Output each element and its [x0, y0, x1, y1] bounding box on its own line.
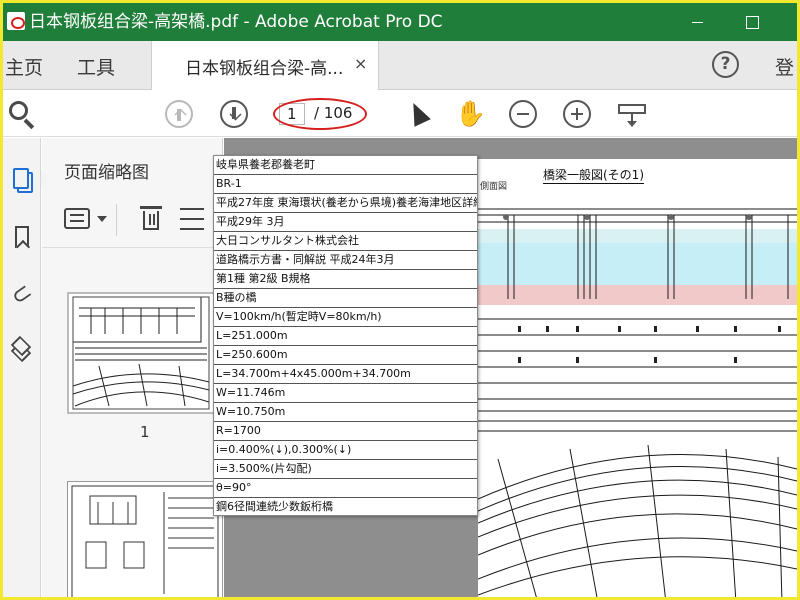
table-row: 第1種 第2級 B規格 [214, 270, 477, 289]
select-cursor-icon [405, 99, 431, 127]
drawing-title: 橋梁一般図(その1) [543, 168, 644, 184]
title-bar: 日本钢板组合梁-高架橋.pdf - Adobe Acrobat Pro DC [3, 3, 797, 41]
acrobat-icon [7, 12, 25, 30]
info-table: 岐阜県養老郡養老町 BR-1 平成27年度 東海環状(養老から県境)養老海津地区… [213, 155, 478, 516]
layers-icon[interactable] [9, 335, 35, 366]
paperclip-icon[interactable]: ⊂ [3, 275, 41, 314]
hand-tool-button[interactable]: ✋ [455, 99, 487, 128]
page-thumbnail[interactable] [67, 292, 215, 414]
toolbar: 1 / 106 ✋ [3, 91, 797, 137]
chevron-down-icon[interactable] [97, 216, 107, 222]
trash-icon [140, 206, 162, 209]
table-row: BR-1 [214, 175, 477, 194]
zoom-out-button[interactable] [509, 100, 537, 128]
drawing-corner-label: 側面図 [480, 182, 508, 192]
thumbnail-toolbar [42, 194, 223, 248]
table-row: 道路橋示方書・同解説 平成24年3月 [214, 251, 477, 270]
pages-icon[interactable] [9, 166, 35, 196]
tab-tools[interactable]: 工具 [77, 53, 115, 80]
highlight-ellipse [273, 98, 367, 130]
hand-icon: ✋ [455, 99, 487, 128]
tab-document[interactable]: 日本钢板组合梁-高... × [151, 41, 379, 90]
table-row: 平成27年度 東海環状(養老から県境)養老海津地区詳細設計 [214, 194, 477, 213]
table-row: W=10.750m [214, 403, 477, 422]
table-row: i=0.400%(↓),0.300%(↓) [214, 441, 477, 460]
table-row: i=3.500%(片勾配) [214, 460, 477, 479]
zoom-out-icon [517, 113, 529, 115]
help-button[interactable]: ? [712, 51, 739, 78]
panel-title: 页面缩略图 [64, 163, 149, 183]
select-tool-button[interactable] [403, 99, 431, 128]
table-row: W=11.746m [214, 384, 477, 403]
zoom-in-button[interactable] [563, 100, 591, 128]
table-row: B種の橋 [214, 289, 477, 308]
login-link[interactable]: 登 [775, 53, 794, 80]
table-row: θ=90° [214, 479, 477, 498]
delete-page-button[interactable] [140, 204, 162, 232]
table-row: R=1700 [214, 422, 477, 441]
bookmark-icon[interactable] [9, 224, 35, 254]
search-button[interactable] [8, 100, 36, 130]
minimize-button[interactable] [674, 3, 720, 41]
extract-page-button[interactable] [180, 206, 204, 232]
table-row: 平成29年 3月 [214, 213, 477, 232]
table-row: 岐阜県養老郡養老町 [214, 156, 477, 175]
table-row: V=100km/h(暫定時V=80km/h) [214, 308, 477, 327]
window-title: 日本钢板组合梁-高架橋.pdf - Adobe Acrobat Pro DC [29, 12, 443, 32]
previous-page-button[interactable] [165, 100, 193, 128]
page-thumbnail-label: 1 [140, 423, 150, 441]
page-thumbnails-panel: 页面缩略图 1 [41, 138, 223, 597]
arrow-down-icon [232, 107, 236, 119]
table-row: L=250.600m [214, 346, 477, 365]
options-button[interactable] [64, 208, 90, 229]
table-row: L=251.000m [214, 327, 477, 346]
tab-bar: 主页 工具 日本钢板组合梁-高... × ? 登 [3, 41, 797, 90]
measure-icon [618, 104, 646, 114]
table-row: L=34.700m+4x45.000m+34.700m [214, 365, 477, 384]
tab-home[interactable]: 主页 [5, 53, 43, 80]
table-row: 鋼6径間連続少数鈑桁橋 [216, 500, 333, 513]
navigation-pane-strip: ⊂ [3, 138, 41, 597]
arrow-up-icon [177, 109, 181, 121]
page-thumbnail[interactable] [67, 481, 223, 597]
table-row: 大日コンサルタント株式会社 [214, 232, 477, 251]
bridge-drawing [478, 208, 797, 597]
document-tab-title: 日本钢板组合梁-高... [185, 59, 344, 79]
search-icon [9, 101, 28, 120]
maximize-button[interactable] [728, 3, 774, 41]
pdf-page: 橋梁一般図(その1) 側面図 [478, 159, 797, 597]
close-tab-button[interactable]: × [354, 54, 367, 73]
next-page-button[interactable] [220, 100, 248, 128]
measure-tool-button[interactable] [618, 100, 646, 128]
app-window: 日本钢板组合梁-高架橋.pdf - Adobe Acrobat Pro DC 主… [0, 0, 800, 600]
